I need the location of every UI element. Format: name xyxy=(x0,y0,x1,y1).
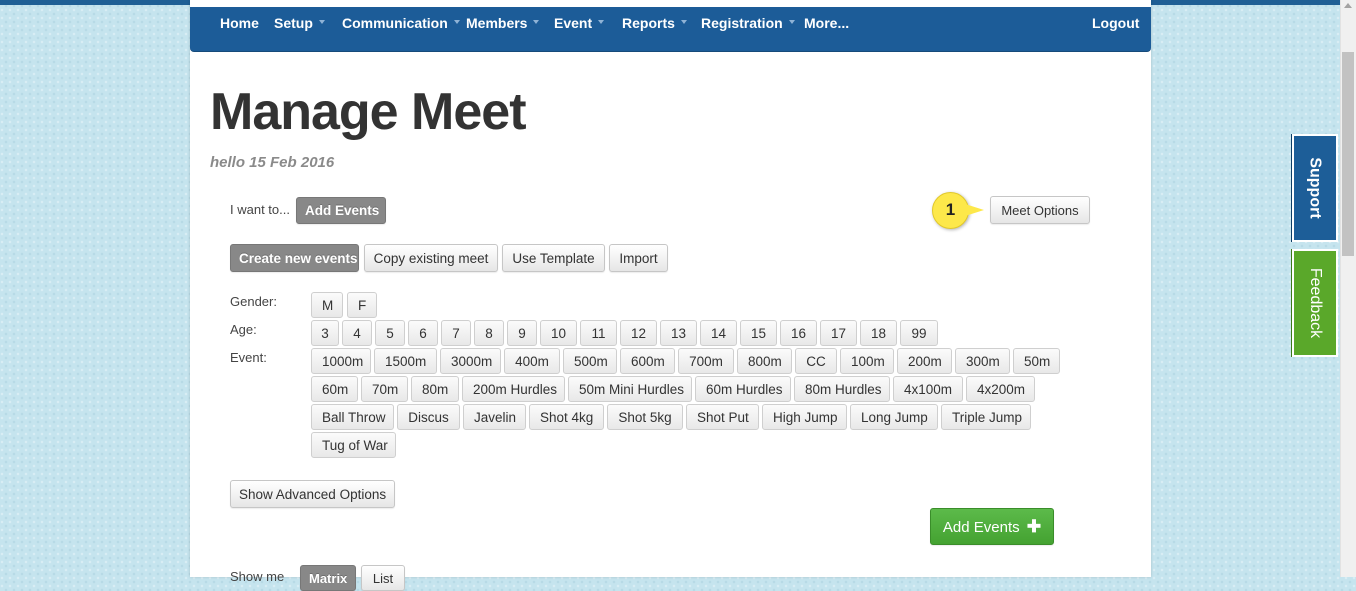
event-chip[interactable]: 1000m xyxy=(311,348,371,374)
event-chip[interactable]: 700m xyxy=(678,348,734,374)
age-chip[interactable]: 14 xyxy=(700,320,737,346)
chevron-down-icon xyxy=(453,20,460,25)
import-button[interactable]: Import xyxy=(609,244,668,272)
age-chip[interactable]: 13 xyxy=(660,320,697,346)
scroll-up-arrow-icon[interactable] xyxy=(1344,3,1352,8)
i-want-to-label: I want to... xyxy=(230,202,290,217)
event-chip[interactable]: Tug of War xyxy=(311,432,396,458)
event-chip[interactable]: 70m xyxy=(361,376,408,402)
age-chip[interactable]: 3 xyxy=(311,320,339,346)
page-subtitle: hello 15 Feb 2016 xyxy=(210,154,335,171)
event-chip[interactable]: 50m xyxy=(1013,348,1060,374)
age-chip[interactable]: 11 xyxy=(580,320,617,346)
support-tab[interactable]: Support xyxy=(1292,134,1338,242)
event-chip[interactable]: Triple Jump xyxy=(941,404,1031,430)
nav-members-label: Members xyxy=(466,15,528,31)
add-events-label: Add Events xyxy=(942,519,1020,536)
nav-setup-label: Setup xyxy=(274,15,313,31)
nav-registration[interactable]: Registration xyxy=(701,15,795,31)
gender-chip-f[interactable]: F xyxy=(347,292,377,318)
nav-registration-label: Registration xyxy=(701,15,783,31)
event-chip[interactable]: 300m xyxy=(955,348,1010,374)
add-events-button[interactable]: Add Events ✚ xyxy=(930,508,1054,545)
page-title: Manage Meet xyxy=(210,83,527,141)
feedback-tab-label: Feedback xyxy=(1307,267,1325,339)
age-chip[interactable]: 10 xyxy=(540,320,577,346)
event-chip[interactable]: 400m xyxy=(504,348,560,374)
meet-options-button[interactable]: Meet Options xyxy=(990,196,1090,224)
nav-setup[interactable]: Setup xyxy=(274,15,325,31)
event-chip[interactable]: Shot 5kg xyxy=(607,404,683,430)
chevron-down-icon xyxy=(533,20,540,25)
age-chip[interactable]: 99 xyxy=(900,320,938,346)
event-label: Event: xyxy=(230,350,267,365)
event-chip[interactable]: Long Jump xyxy=(850,404,938,430)
event-chip[interactable]: CC xyxy=(795,348,837,374)
scrollbar-thumb[interactable] xyxy=(1342,52,1354,256)
nav-communication-label: Communication xyxy=(342,15,448,31)
plus-icon: ✚ xyxy=(1026,517,1042,536)
view-matrix-button[interactable]: Matrix xyxy=(300,565,356,591)
nav-more-label: More... xyxy=(804,15,850,31)
age-chip[interactable]: 17 xyxy=(820,320,857,346)
age-chip[interactable]: 5 xyxy=(375,320,405,346)
event-chip[interactable]: 500m xyxy=(563,348,617,374)
age-chip[interactable]: 15 xyxy=(740,320,777,346)
event-chip[interactable]: 600m xyxy=(620,348,675,374)
use-template-button[interactable]: Use Template xyxy=(502,244,605,272)
nav-communication[interactable]: Communication xyxy=(342,15,460,31)
chevron-down-icon xyxy=(318,20,325,25)
event-chip[interactable]: Shot Put xyxy=(686,404,759,430)
chevron-down-icon xyxy=(680,20,687,25)
event-chip[interactable]: 4x100m xyxy=(893,376,963,402)
event-chip[interactable]: 200m Hurdles xyxy=(462,376,565,402)
event-chip[interactable]: 800m xyxy=(737,348,792,374)
chevron-down-icon xyxy=(788,20,795,25)
nav-logout[interactable]: Logout xyxy=(1092,15,1139,31)
event-chip[interactable]: 4x200m xyxy=(966,376,1035,402)
show-advanced-options-button[interactable]: Show Advanced Options xyxy=(230,480,395,508)
callout-pointer xyxy=(962,203,984,217)
event-chip[interactable]: Javelin xyxy=(463,404,526,430)
event-chip[interactable]: 60m xyxy=(311,376,358,402)
nav-reports-label: Reports xyxy=(622,15,675,31)
nav-home-label: Home xyxy=(220,15,259,31)
nav-event[interactable]: Event xyxy=(554,15,605,31)
event-chip[interactable]: Ball Throw xyxy=(311,404,394,430)
age-chip[interactable]: 8 xyxy=(474,320,504,346)
event-chip[interactable]: High Jump xyxy=(762,404,847,430)
copy-existing-meet-button[interactable]: Copy existing meet xyxy=(364,244,498,272)
support-tab-label: Support xyxy=(1307,157,1325,219)
gender-chip-m[interactable]: M xyxy=(311,292,343,318)
event-chip[interactable]: 3000m xyxy=(440,348,501,374)
event-chip[interactable]: 80m Hurdles xyxy=(794,376,890,402)
nav-more[interactable]: More... xyxy=(804,15,849,31)
event-chip[interactable]: 50m Mini Hurdles xyxy=(568,376,692,402)
age-chip[interactable]: 9 xyxy=(507,320,537,346)
nav-members[interactable]: Members xyxy=(466,15,540,31)
age-chip[interactable]: 16 xyxy=(780,320,817,346)
event-chip[interactable]: 100m xyxy=(840,348,894,374)
chevron-down-icon xyxy=(598,20,605,25)
age-chip[interactable]: 18 xyxy=(860,320,897,346)
nav-home[interactable]: Home xyxy=(220,15,259,31)
event-chip[interactable]: 200m xyxy=(897,348,952,374)
event-chip[interactable]: 80m xyxy=(411,376,459,402)
create-new-events-button[interactable]: Create new events xyxy=(230,244,359,272)
add-events-action-button[interactable]: Add Events xyxy=(296,197,386,224)
event-chip[interactable]: Shot 4kg xyxy=(529,404,604,430)
gender-label: Gender: xyxy=(230,294,277,309)
age-chip[interactable]: 6 xyxy=(408,320,438,346)
age-chip[interactable]: 4 xyxy=(342,320,372,346)
event-chip[interactable]: Discus xyxy=(397,404,460,430)
nav-event-label: Event xyxy=(554,15,593,31)
age-chip[interactable]: 12 xyxy=(620,320,657,346)
feedback-tab[interactable]: Feedback xyxy=(1292,249,1338,357)
nav-reports[interactable]: Reports xyxy=(622,15,687,31)
age-label: Age: xyxy=(230,322,257,337)
event-chip[interactable]: 60m Hurdles xyxy=(695,376,791,402)
event-chip[interactable]: 1500m xyxy=(374,348,437,374)
view-list-button[interactable]: List xyxy=(361,565,405,591)
age-chip[interactable]: 7 xyxy=(441,320,471,346)
